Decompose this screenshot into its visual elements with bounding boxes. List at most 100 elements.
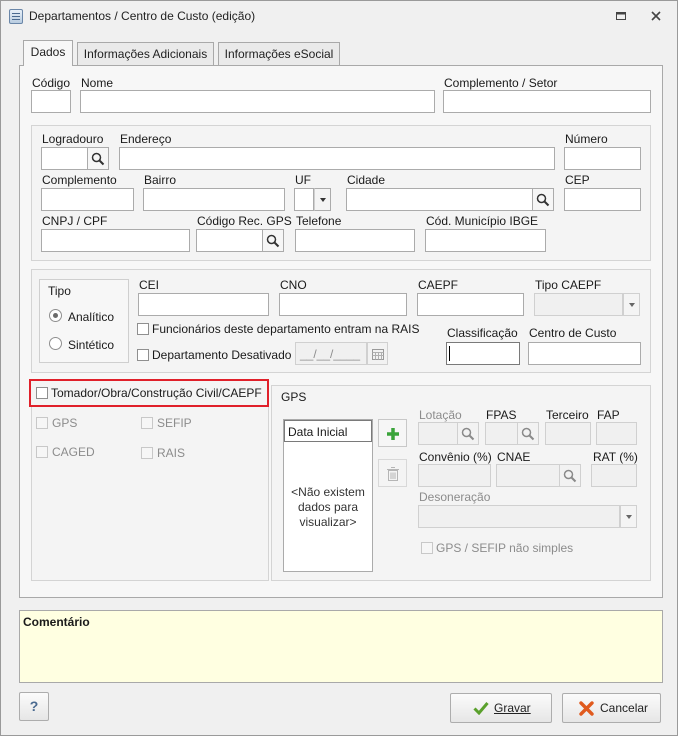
desoneracao-dropdown-icon[interactable] bbox=[620, 505, 637, 528]
tab-dados[interactable]: Dados bbox=[23, 40, 73, 66]
rat-input[interactable] bbox=[591, 464, 637, 487]
numero-input[interactable] bbox=[564, 147, 641, 170]
title-bar[interactable]: Departamentos / Centro de Custo (edição) bbox=[1, 1, 677, 32]
tomador-caged-checkbox[interactable] bbox=[36, 446, 48, 458]
codigo-label: Código bbox=[32, 76, 71, 90]
tomador-label: Tomador/Obra/Construção Civil/CAEPF bbox=[51, 386, 262, 400]
comentario-box[interactable]: Comentário bbox=[19, 610, 663, 683]
gravar-button[interactable]: Gravar bbox=[450, 693, 552, 723]
tomador-gps-label: GPS bbox=[52, 416, 78, 430]
endereco-label: Endereço bbox=[120, 132, 172, 146]
add-button[interactable] bbox=[378, 419, 407, 447]
cidade-search-icon[interactable] bbox=[533, 188, 554, 211]
grid-header-data-inicial[interactable]: Data Inicial bbox=[284, 420, 372, 442]
fap-label: FAP bbox=[597, 408, 620, 422]
caepf-input[interactable] bbox=[417, 293, 524, 316]
cancelar-button[interactable]: Cancelar bbox=[562, 693, 661, 723]
endereco-input[interactable] bbox=[119, 147, 555, 170]
cnae-input[interactable] bbox=[496, 464, 560, 487]
complemento-input[interactable] bbox=[41, 188, 134, 211]
nao-simples-label: GPS / SEFIP não simples bbox=[436, 541, 574, 555]
nome-label: Nome bbox=[81, 76, 114, 90]
desativado-label: Departamento Desativado bbox=[152, 348, 292, 362]
lotacao-search-icon[interactable] bbox=[458, 422, 479, 445]
tipo-caepf-dropdown-icon[interactable] bbox=[623, 293, 640, 316]
delete-button[interactable] bbox=[378, 459, 407, 487]
calendar-icon[interactable] bbox=[367, 342, 388, 365]
convenio-input[interactable] bbox=[418, 464, 491, 487]
tipo-caepf-select[interactable] bbox=[534, 293, 623, 316]
text-cursor bbox=[449, 346, 450, 361]
cod-rec-gps-input[interactable] bbox=[196, 229, 263, 252]
cnpj-label: CNPJ / CPF bbox=[42, 214, 108, 228]
numero-label: Número bbox=[565, 132, 608, 146]
tomador-gps-checkbox[interactable] bbox=[36, 417, 48, 429]
lotacao-label: Lotação bbox=[419, 408, 462, 422]
complemento-setor-label: Complemento / Setor bbox=[444, 76, 558, 90]
fap-input[interactable] bbox=[596, 422, 637, 445]
bairro-input[interactable] bbox=[143, 188, 285, 211]
desativado-checkbox[interactable] bbox=[137, 349, 149, 361]
tomador-group bbox=[31, 385, 269, 581]
tab-informacoes-esocial[interactable]: Informações eSocial bbox=[218, 42, 340, 66]
caepf-label: CAEPF bbox=[418, 278, 459, 292]
grid-empty-text: <Não existem dados para visualizar> bbox=[291, 485, 365, 529]
fpas-input[interactable] bbox=[485, 422, 518, 445]
sintetico-label: Sintético bbox=[68, 338, 115, 352]
cnpj-input[interactable] bbox=[41, 229, 190, 252]
nome-input[interactable] bbox=[80, 90, 435, 113]
tomador-sefip-label: SEFIP bbox=[157, 416, 192, 430]
cno-input[interactable] bbox=[279, 293, 407, 316]
trash-icon bbox=[387, 467, 399, 481]
desoneracao-select[interactable] bbox=[418, 505, 620, 528]
cod-rec-gps-label: Código Rec. GPS bbox=[197, 214, 292, 228]
logradouro-search-icon[interactable] bbox=[88, 147, 109, 170]
desoneracao-label: Desoneração bbox=[419, 490, 491, 504]
check-icon bbox=[473, 702, 489, 715]
restore-icon[interactable] bbox=[613, 9, 629, 25]
uf-dropdown-icon[interactable] bbox=[314, 188, 331, 211]
complemento-setor-input[interactable] bbox=[443, 90, 651, 113]
rais-checkbox[interactable] bbox=[137, 323, 149, 335]
nao-simples-checkbox[interactable] bbox=[421, 542, 433, 554]
cod-rec-gps-search-icon[interactable] bbox=[263, 229, 284, 252]
close-icon[interactable] bbox=[648, 9, 664, 25]
tab-informacoes-adicionais[interactable]: Informações Adicionais bbox=[77, 42, 214, 66]
tomador-rais-label: RAIS bbox=[157, 446, 186, 460]
analitico-label: Analítico bbox=[68, 310, 115, 324]
uf-label: UF bbox=[295, 173, 311, 187]
centro-custo-input[interactable] bbox=[528, 342, 641, 365]
cei-input[interactable] bbox=[138, 293, 269, 316]
convenio-label: Convênio (%) bbox=[419, 450, 492, 464]
tomador-sefip-checkbox[interactable] bbox=[141, 417, 153, 429]
desativado-date-input[interactable]: __/__/____ bbox=[295, 342, 367, 365]
tomador-checkbox[interactable] bbox=[36, 387, 48, 399]
tomador-rais-checkbox[interactable] bbox=[141, 447, 153, 459]
codigo-input[interactable] bbox=[31, 90, 71, 113]
terceiro-label: Terceiro bbox=[546, 408, 589, 422]
fpas-search-icon[interactable] bbox=[518, 422, 539, 445]
cep-input[interactable] bbox=[564, 188, 641, 211]
telefone-label: Telefone bbox=[296, 214, 342, 228]
cidade-input[interactable] bbox=[346, 188, 533, 211]
cod-municipio-input[interactable] bbox=[425, 229, 546, 252]
uf-select[interactable] bbox=[294, 188, 314, 211]
cnae-search-icon[interactable] bbox=[560, 464, 581, 487]
classificacao-input[interactable] bbox=[446, 342, 520, 365]
cei-label: CEI bbox=[139, 278, 160, 292]
cnae-label: CNAE bbox=[497, 450, 531, 464]
sintetico-radio[interactable] bbox=[49, 337, 62, 350]
logradouro-input[interactable] bbox=[41, 147, 88, 170]
logradouro-label: Logradouro bbox=[42, 132, 104, 146]
app-icon bbox=[9, 9, 23, 24]
help-button[interactable]: ? bbox=[19, 692, 49, 721]
analitico-radio[interactable] bbox=[49, 309, 62, 322]
dialog-window: Departamentos / Centro de Custo (edição)… bbox=[0, 0, 678, 736]
comentario-label: Comentário bbox=[23, 615, 90, 629]
lotacao-input[interactable] bbox=[418, 422, 458, 445]
tipo-legend: Tipo bbox=[48, 284, 71, 298]
telefone-input[interactable] bbox=[295, 229, 415, 252]
cidade-label: Cidade bbox=[347, 173, 386, 187]
fpas-label: FPAS bbox=[486, 408, 517, 422]
terceiro-input[interactable] bbox=[545, 422, 591, 445]
